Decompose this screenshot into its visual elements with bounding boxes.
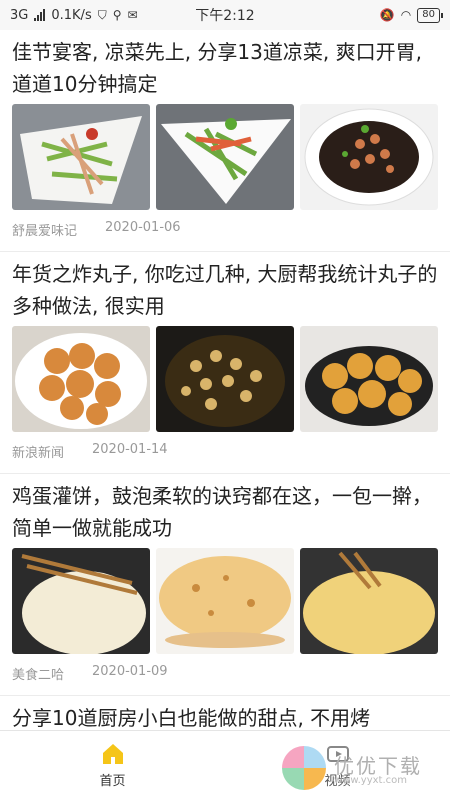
message-icon: ✉ xyxy=(127,8,138,22)
network-speed: 0.1K/s xyxy=(51,7,92,23)
article-source: 舒晨爱味记 xyxy=(12,224,78,239)
status-bar: 3G 0.1K/s ⛉ ⚲ ✉ 下午2:12 🔕 ◠ 80 xyxy=(0,0,450,30)
watermark: 优优下载 www.yyxt.com xyxy=(280,740,450,795)
signal-icon xyxy=(34,9,46,21)
article-thumbnails[interactable] xyxy=(12,104,438,210)
thumbnail-image[interactable] xyxy=(156,548,294,654)
shield-icon: ⛉ xyxy=(97,8,107,22)
article-date: 2020-01-09 xyxy=(92,664,168,679)
wifi-icon: ◠ xyxy=(400,8,412,22)
article-meta: 美食二哈 2020-01-09 xyxy=(12,654,438,695)
article-title[interactable]: 佳节宴客, 凉菜先上, 分享13道凉菜, 爽口开胃, 道道10分钟搞定 xyxy=(12,36,438,100)
watermark-text-group: 优优下载 www.yyxt.com xyxy=(334,750,422,786)
article-title[interactable]: 分享10道厨房小白也能做的甜点, 不用烤 xyxy=(12,702,438,730)
tab-home[interactable]: 首页 xyxy=(0,731,225,800)
news-feed[interactable]: 佳节宴客, 凉菜先上, 分享13道凉菜, 爽口开胃, 道道10分钟搞定 舒晨爱味… xyxy=(0,30,450,730)
tab-home-label: 首页 xyxy=(99,774,126,789)
article-date: 2020-01-14 xyxy=(92,442,168,457)
article-title[interactable]: 鸡蛋灌饼，鼓泡柔软的诀窍都在这，一包一擀，简单一做就能成功 xyxy=(12,480,438,544)
article-date: 2020-01-06 xyxy=(105,220,181,235)
article-item[interactable]: 鸡蛋灌饼，鼓泡柔软的诀窍都在这，一包一擀，简单一做就能成功 美食二哈 2020-… xyxy=(0,474,450,696)
article-item[interactable]: 年货之炸丸子, 你吃过几种, 大厨帮我统计丸子的多种做法, 很实用 新浪新闻 2… xyxy=(0,252,450,474)
article-title[interactable]: 年货之炸丸子, 你吃过几种, 大厨帮我统计丸子的多种做法, 很实用 xyxy=(12,258,438,322)
article-item[interactable]: 佳节宴客, 凉菜先上, 分享13道凉菜, 爽口开胃, 道道10分钟搞定 舒晨爱味… xyxy=(0,30,450,252)
status-left: 3G 0.1K/s ⛉ ⚲ ✉ xyxy=(10,8,138,23)
thumbnail-image[interactable] xyxy=(12,326,150,432)
search-icon: ⚲ xyxy=(112,8,122,22)
battery-icon: 80 xyxy=(417,7,443,23)
status-right: 🔕 ◠ 80 xyxy=(379,7,443,23)
article-meta: 新浪新闻 2020-01-14 xyxy=(12,432,438,473)
thumbnail-image[interactable] xyxy=(156,326,294,432)
mute-icon: 🔕 xyxy=(379,8,395,22)
article-source: 新浪新闻 xyxy=(12,446,65,461)
network-type: 3G xyxy=(10,7,29,23)
home-icon xyxy=(102,744,123,764)
thumbnail-image[interactable] xyxy=(300,104,438,210)
watermark-logo-icon xyxy=(282,745,326,790)
article-source: 美食二哈 xyxy=(12,668,65,683)
article-meta: 舒晨爱味记 2020-01-06 xyxy=(12,210,438,251)
article-thumbnails[interactable] xyxy=(12,548,438,654)
thumbnail-image[interactable] xyxy=(156,104,294,210)
thumbnail-image[interactable] xyxy=(12,548,150,654)
thumbnail-image[interactable] xyxy=(12,104,150,210)
article-thumbnails[interactable] xyxy=(12,326,438,432)
thumbnail-image[interactable] xyxy=(300,548,438,654)
thumbnail-image[interactable] xyxy=(300,326,438,432)
article-item[interactable]: 分享10道厨房小白也能做的甜点, 不用烤 xyxy=(0,696,450,730)
